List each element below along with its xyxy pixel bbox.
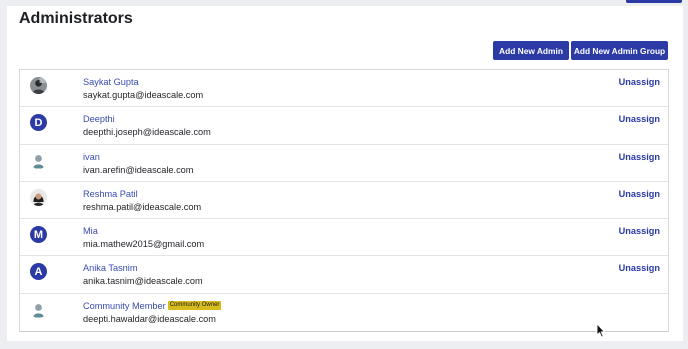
default-user-avatar-icon <box>30 151 47 169</box>
admin-name-link[interactable]: Saykat Gupta <box>83 77 139 87</box>
admin-row: Reshma Patil reshma.patil@ideascale.com Un… <box>20 182 668 220</box>
unassign-link[interactable]: Unassign <box>619 189 660 199</box>
admin-name-link[interactable]: Reshma Patil <box>83 189 138 199</box>
admin-name-group: Reshma Patil <box>83 189 138 199</box>
admin-row: D Deepthi deepthi.joseph@ideascale.com Unas… <box>20 107 668 145</box>
admin-row: M Mia mia.mathew2015@gmail.com Unassign <box>20 219 668 257</box>
avatar-photo <box>30 77 47 94</box>
avatar-letter-icon: A <box>30 263 47 281</box>
admin-name-group: Community Member Community Owner <box>83 301 222 311</box>
admin-email: deepthi.joseph@ideascale.com <box>83 127 211 138</box>
admin-name-group: Deepthi <box>83 114 115 124</box>
admin-name-link[interactable]: Community Member <box>83 301 166 311</box>
admin-name-group: Saykat Gupta <box>83 77 139 87</box>
admin-email: anika.tasnim@ideascale.com <box>83 276 203 287</box>
avatar-letter-icon: D <box>30 114 47 132</box>
administrators-panel: Administrators Add New Admin Add New Adm… <box>7 6 683 341</box>
admin-email: reshma.patil@ideascale.com <box>83 201 202 212</box>
mouse-cursor-icon <box>596 323 606 338</box>
admin-name-link[interactable]: Anika Tasnim <box>83 263 137 273</box>
admin-name-group: Anika Tasnim <box>83 263 137 273</box>
add-new-admin-button[interactable]: Add New Admin <box>493 41 569 60</box>
community-owner-badge: Community Owner <box>167 301 222 311</box>
add-new-admin-group-button[interactable]: Add New Admin Group <box>571 41 668 60</box>
unassign-link[interactable]: Unassign <box>619 152 660 162</box>
administrator-list: Saykat Gupta saykat.gupta@ideascale.com Un… <box>19 69 669 333</box>
admin-name-link[interactable]: ivan <box>83 152 100 162</box>
admin-name-group: Mia <box>83 226 98 236</box>
admin-name-group: ivan <box>83 152 100 162</box>
admin-row: A Anika Tasnim anika.tasnim@ideascale.com U… <box>20 256 668 294</box>
page-title: Administrators <box>19 10 133 27</box>
admin-name-link[interactable]: Mia <box>83 226 98 236</box>
admin-row: ivan ivan.arefin@ideascale.com Unassign <box>20 145 668 182</box>
admin-email: deepti.hawaldar@ideascale.com <box>83 313 216 324</box>
unassign-link[interactable]: Unassign <box>619 114 660 124</box>
admin-email: saykat.gupta@ideascale.com <box>83 90 204 100</box>
admin-email: mia.mathew2015@gmail.com <box>83 239 205 250</box>
admin-row: Saykat Gupta saykat.gupta@ideascale.com Un… <box>20 70 668 108</box>
unassign-link[interactable]: Unassign <box>619 263 660 273</box>
admin-email: ivan.arefin@ideascale.com <box>83 164 194 175</box>
avatar-photo <box>30 188 47 206</box>
default-user-avatar-icon <box>30 300 47 318</box>
admin-name-link[interactable]: Deepthi <box>83 114 115 124</box>
avatar-letter-icon: M <box>30 226 47 244</box>
unassign-link[interactable]: Unassign <box>619 77 660 87</box>
admin-row: Community Member Community Owner deepti.ha… <box>20 294 668 331</box>
unassign-link[interactable]: Unassign <box>619 226 660 236</box>
top-tab-indicator <box>626 0 682 3</box>
